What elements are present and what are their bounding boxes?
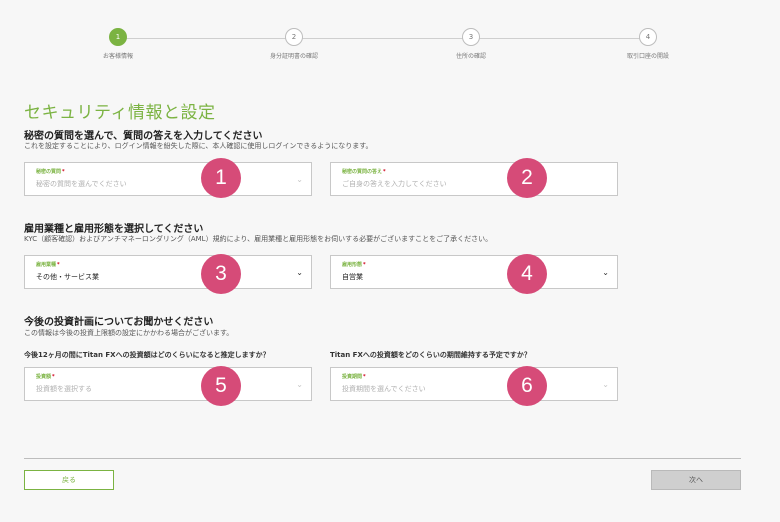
annotation-badge-4: 4 — [507, 254, 547, 294]
secret-question-placeholder: 秘密の質問を選んでください — [36, 180, 127, 188]
annotation-badge-2: 2 — [507, 158, 547, 198]
chevron-down-icon: ⌄ — [296, 268, 303, 277]
chevron-down-icon: ⌄ — [602, 268, 609, 277]
back-button[interactable]: 戻る — [24, 470, 114, 490]
next-button[interactable]: 次へ — [651, 470, 741, 490]
step-1-label: お客様情報 — [102, 53, 133, 60]
investment-period-select[interactable]: 投資期間* 投資期間を選んでください ⌄ — [330, 367, 618, 401]
employment-description: KYC（顧客確認）およびアンチマネーロンダリング（AML）規約により、雇用業種と… — [24, 235, 493, 243]
annotation-badge-5: 5 — [201, 366, 241, 406]
investment-period-label: 投資期間* — [342, 374, 366, 380]
security-description: これを設定することにより、ログイン情報を紛失した際に、本人確認に使用しログインで… — [24, 142, 373, 150]
investment-amount-placeholder: 投資額を選択する — [36, 385, 92, 393]
chevron-down-icon: ⌄ — [296, 380, 303, 389]
employment-type-select[interactable]: 雇用形態* 自営業 ⌄ — [330, 255, 618, 289]
annotation-badge-3: 3 — [201, 254, 241, 294]
step-2-circle: 2 — [285, 28, 303, 46]
chevron-down-icon: ⌄ — [602, 380, 609, 389]
progress-stepper: 1 お客様情報 2 身分証明書の確認 3 住所の確認 4 取引口座の開設 — [0, 0, 780, 70]
step-3-label: 住所の確認 — [455, 53, 486, 60]
annotation-badge-6: 6 — [507, 366, 547, 406]
employment-industry-value: その他・サービス業 — [36, 273, 99, 281]
annotation-badge-1: 1 — [201, 158, 241, 198]
page-title: セキュリティ情報と設定 — [24, 103, 216, 123]
secret-answer-placeholder: ご自身の答えを入力してください — [342, 180, 447, 188]
employment-type-value: 自営業 — [342, 273, 363, 281]
investment-amount-question: 今後12ヶ月の間にTitan FXへの投資額はどのくらいになると推定しますか？ — [24, 351, 270, 359]
investment-period-placeholder: 投資期間を選んでください — [342, 385, 426, 393]
step-2-label: 身分証明書の確認 — [269, 53, 318, 60]
investment-description: この情報は今後の投資上限額の設定にかかわる場合がございます。 — [24, 329, 234, 337]
stepper-line — [118, 38, 648, 39]
employment-industry-select[interactable]: 雇用業種* その他・サービス業 ⌄ — [24, 255, 312, 289]
step-1: 1 お客様情報 — [58, 28, 178, 60]
step-4-circle: 4 — [639, 28, 657, 46]
step-1-circle: 1 — [109, 28, 127, 46]
employment-type-label: 雇用形態* — [342, 262, 366, 268]
step-4: 4 取引口座の開設 — [588, 28, 708, 60]
employment-heading: 雇用業種と雇用形態を選択してください — [24, 224, 204, 235]
chevron-down-icon: ⌄ — [296, 175, 303, 184]
secret-answer-input[interactable]: 秘密の質問の答え* ご自身の答えを入力してください — [330, 162, 618, 196]
security-heading: 秘密の質問を選んで、質問の答えを入力してください — [24, 131, 263, 142]
footer-divider — [24, 458, 741, 459]
employment-industry-label: 雇用業種* — [36, 262, 60, 268]
secret-question-label: 秘密の質問* — [36, 169, 65, 175]
investment-period-question: Titan FXへの投資額をどのくらいの期間維持する予定ですか？ — [330, 351, 531, 359]
investment-amount-select[interactable]: 投資額* 投資額を選択する ⌄ — [24, 367, 312, 401]
step-4-label: 取引口座の開設 — [626, 53, 669, 60]
step-3-circle: 3 — [462, 28, 480, 46]
investment-heading: 今後の投資計画についてお聞かせください — [24, 317, 214, 328]
step-2: 2 身分証明書の確認 — [234, 28, 354, 60]
secret-question-select[interactable]: 秘密の質問* 秘密の質問を選んでください ⌄ — [24, 162, 312, 196]
investment-amount-label: 投資額* — [36, 374, 55, 380]
step-3: 3 住所の確認 — [411, 28, 531, 60]
secret-answer-label: 秘密の質問の答え* — [342, 169, 386, 175]
